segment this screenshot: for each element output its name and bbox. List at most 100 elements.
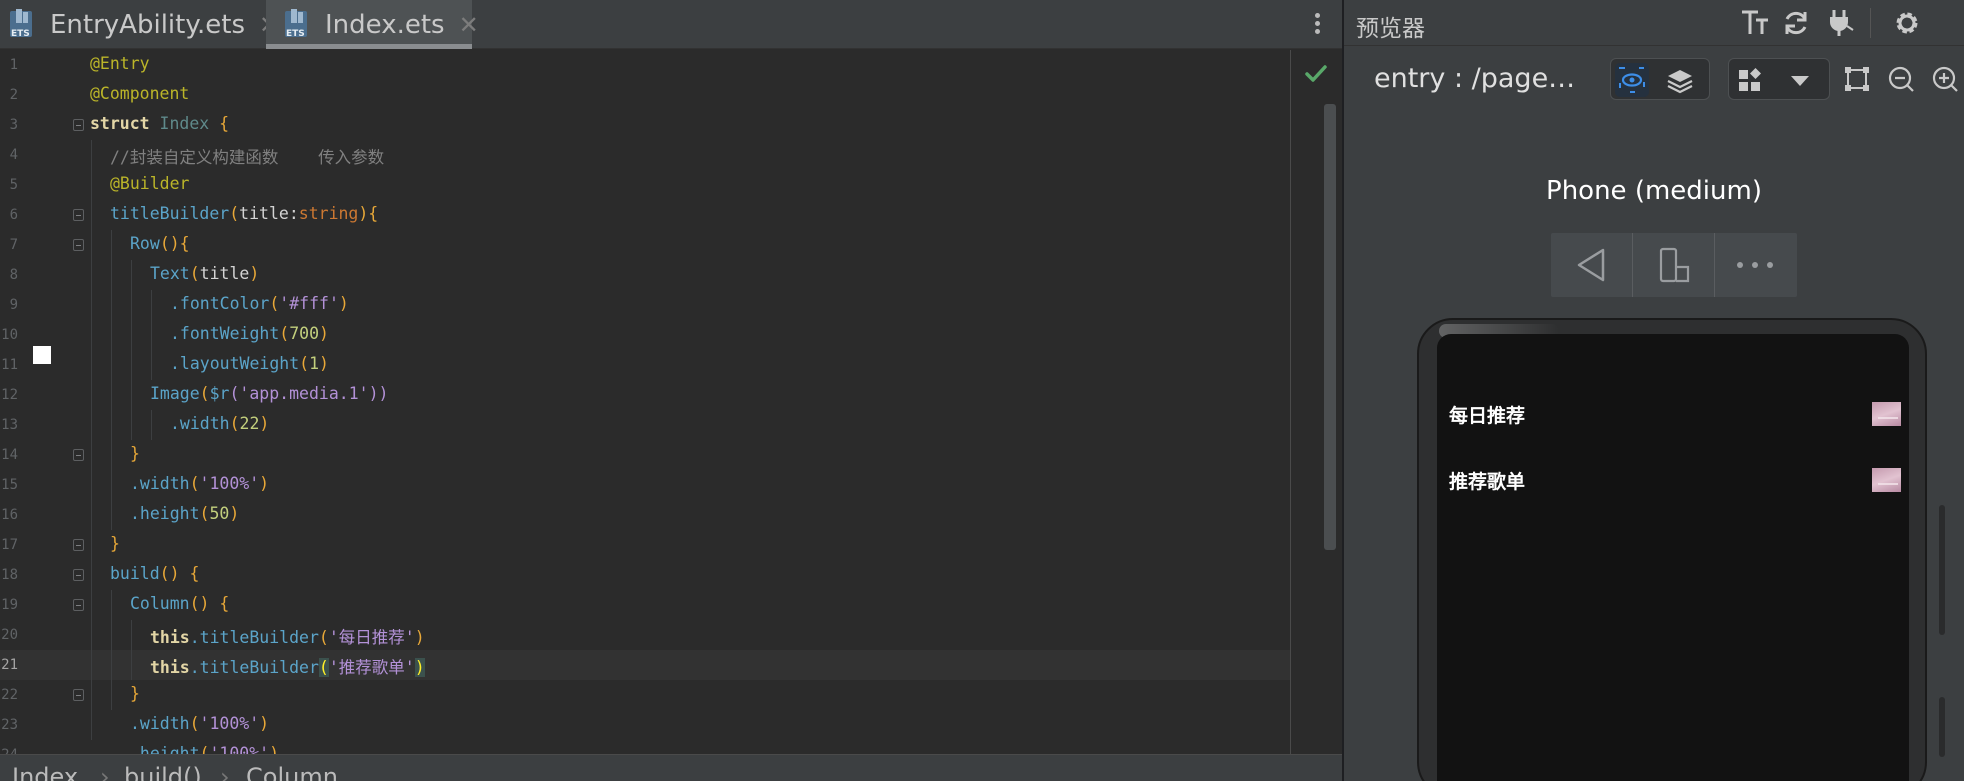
code-token: ( [229,204,240,223]
line-number: 22 [1,687,18,703]
page-path-selector[interactable]: entry : /page… [1374,63,1575,94]
zoom-out-icon[interactable] [1884,62,1918,96]
tab-entryability[interactable]: ETS EntryAbility.ets ✕ [8,0,279,49]
previewer-header: 预览器 [1344,0,1964,46]
code-token: ) [338,294,349,313]
back-icon[interactable] [1551,233,1632,297]
code-line: 7 Row(){ [0,230,1290,260]
line-number: 19 [1,597,18,613]
code-text: .fontWeight(700) [170,324,329,343]
layers-icon[interactable] [1663,63,1697,97]
breadcrumb-item[interactable]: Index [12,763,78,781]
code-token: 22 [239,414,260,433]
code-line: 20 this.titleBuilder('每日推荐') [0,620,1290,650]
breadcrumb-item[interactable]: Column [246,763,338,781]
code-token: ) [269,744,280,754]
tab-index[interactable]: ETS Index.ets ✕ [266,0,479,49]
line-number: 9 [9,297,18,313]
code-line: 22 } [0,680,1290,710]
breadcrumb-item[interactable]: build() [124,763,202,781]
close-icon[interactable]: ✕ [459,11,479,39]
line-number: 1 [9,57,18,73]
code-token: '#fff' [279,294,339,313]
rotate-device-icon[interactable] [1633,233,1714,297]
code-text: @Entry [90,54,150,73]
title-row[interactable]: 每日推荐 [1449,388,1901,438]
code-token: string [298,204,359,223]
fold-icon[interactable] [73,569,84,581]
thumbnail-image [1872,402,1901,426]
code-line: 17 } [0,530,1290,560]
fold-icon[interactable] [73,539,84,551]
fold-icon[interactable] [73,449,84,461]
title-row[interactable]: 推荐歌单 [1449,454,1901,504]
fold-icon[interactable] [73,599,84,611]
code-token: ) [259,414,270,433]
code-token: ) [229,504,240,523]
view-mode-group [1610,58,1710,100]
code-line: 19 Column() { [0,590,1290,620]
code-token: '推荐歌单' [328,658,415,677]
code-token: '100%' [209,744,270,754]
fold-icon[interactable] [73,209,84,221]
previewer-panel: 预览器 entry : /page… Phone (medium) 每日推荐 推… [1344,0,1964,781]
line-number: 4 [9,147,18,163]
bounding-box-icon[interactable] [1840,62,1874,96]
more-horizontal-icon[interactable] [1715,233,1796,297]
phone-side-button [1939,505,1945,635]
active-tab-indicator [266,44,472,49]
plug-icon[interactable] [1825,8,1855,38]
code-line: 2 @Component [0,80,1290,110]
previewer-toolbar: entry : /page… [1344,47,1964,113]
line-number: 3 [9,117,18,133]
code-token: ( [189,714,200,733]
fold-icon[interactable] [73,239,84,251]
code-token: ){ [358,204,379,223]
code-line: 14 } [0,440,1290,470]
code-token: .height [130,504,200,523]
code-token: title [239,204,289,223]
code-text: .width('100%') [130,474,269,493]
widgets-icon[interactable] [1733,63,1767,97]
row-title: 推荐歌单 [1449,471,1526,493]
eye-icon[interactable] [1615,63,1649,97]
phone-screen[interactable]: 每日推荐 推荐歌单 [1437,334,1909,781]
code-editor[interactable]: ETS EntryAbility.ets ✕ ETS Index.ets ✕ [0,0,1342,781]
zoom-in-icon[interactable] [1928,62,1962,96]
code-token: ( [229,414,240,433]
indent-guide [91,140,92,740]
code-text: } [110,534,120,553]
indent-guide [111,590,112,710]
fold-icon[interactable] [73,119,84,131]
code-token: ) [319,354,329,373]
gear-icon[interactable] [1892,8,1922,38]
check-icon[interactable] [1304,62,1328,86]
code-line: 12 Image($r('app.media.1')) [0,380,1290,410]
fold-icon[interactable] [73,689,84,701]
code-token: ( [318,628,329,647]
code-token: struct [90,114,160,133]
phone-side-button [1939,697,1945,757]
line-number: 2 [9,87,18,103]
indent-guide [131,260,132,440]
svg-text:ETS: ETS [286,29,305,39]
code-token: .width [130,474,190,493]
line-number: 14 [1,447,18,463]
code-token: ( [269,294,280,313]
thumbnail-image [1872,468,1901,492]
chevron-down-icon[interactable] [1783,63,1817,97]
line-number: 10 [1,327,18,343]
code-text: .height('100%') [130,744,279,754]
more-vertical-icon[interactable] [1311,10,1323,40]
code-text: .layoutWeight(1) [170,354,329,373]
font-size-icon[interactable] [1740,8,1770,38]
code-token: '100%' [199,714,260,733]
refresh-icon[interactable] [1781,8,1811,38]
code-token: build [110,564,160,583]
vertical-scrollbar[interactable] [1324,104,1336,550]
code-line: 13 .width(22) [0,410,1290,440]
code-token: .width [130,714,190,733]
code-text: .width('100%') [130,714,269,733]
code-area[interactable]: 1 @Entry 2 @Component 3 struct Index { 4… [0,50,1342,754]
code-token: 700 [289,324,320,343]
